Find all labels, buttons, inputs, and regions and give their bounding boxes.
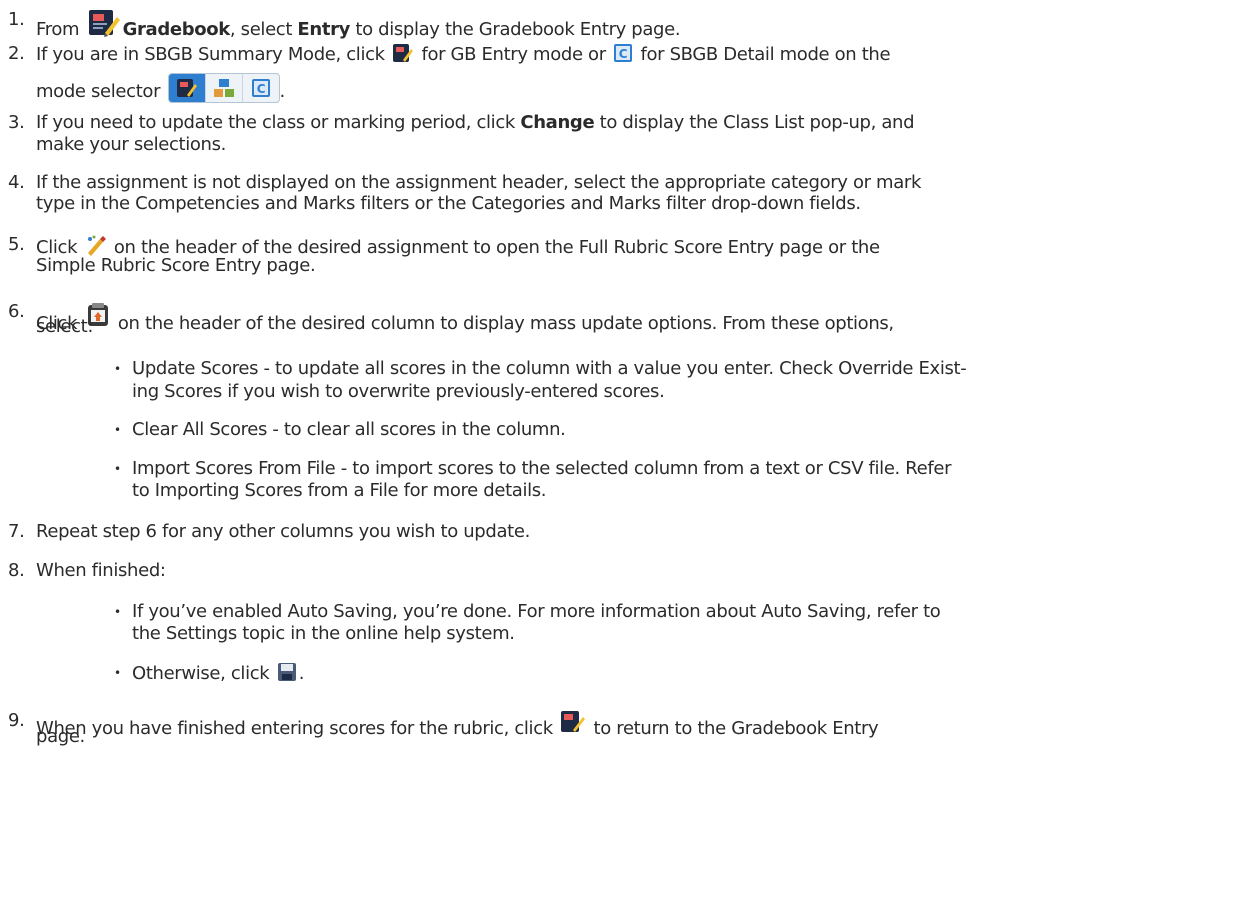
step-number: 6.: [8, 301, 25, 322]
instruction-document: 1. From Gradebook, select Entry to displ…: [8, 9, 967, 747]
bullet-marker: •: [114, 423, 121, 437]
gradebook-icon: [87, 9, 121, 37]
svg-text:C: C: [256, 82, 265, 96]
bullet-marker: •: [114, 362, 121, 376]
bullet-marker: •: [114, 462, 121, 476]
sbgb-detail-mode-button[interactable]: C: [243, 74, 279, 102]
step-number: 2.: [8, 43, 25, 64]
gb-entry-mode-icon: [392, 43, 414, 63]
return-gradebook-icon: [560, 710, 586, 734]
step-number: 7.: [8, 521, 25, 542]
step-number: 3.: [8, 112, 25, 133]
mode-selector[interactable]: C: [167, 73, 280, 103]
step-number: 1.: [8, 9, 25, 30]
sbgb-summary-mode-button[interactable]: [206, 74, 243, 102]
svg-text:C: C: [619, 47, 628, 61]
bullet-marker: •: [114, 605, 121, 619]
step-number: 4.: [8, 172, 25, 193]
step-number: 9.: [8, 710, 25, 731]
gb-entry-mode-button[interactable]: [168, 74, 206, 102]
step-number: 5.: [8, 234, 25, 255]
step-number: 8.: [8, 560, 25, 581]
sbgb-detail-mode-icon: C: [613, 43, 633, 63]
save-icon: [277, 662, 297, 682]
bullet-marker: •: [114, 666, 121, 680]
rubric-pencil-icon: [85, 234, 107, 256]
